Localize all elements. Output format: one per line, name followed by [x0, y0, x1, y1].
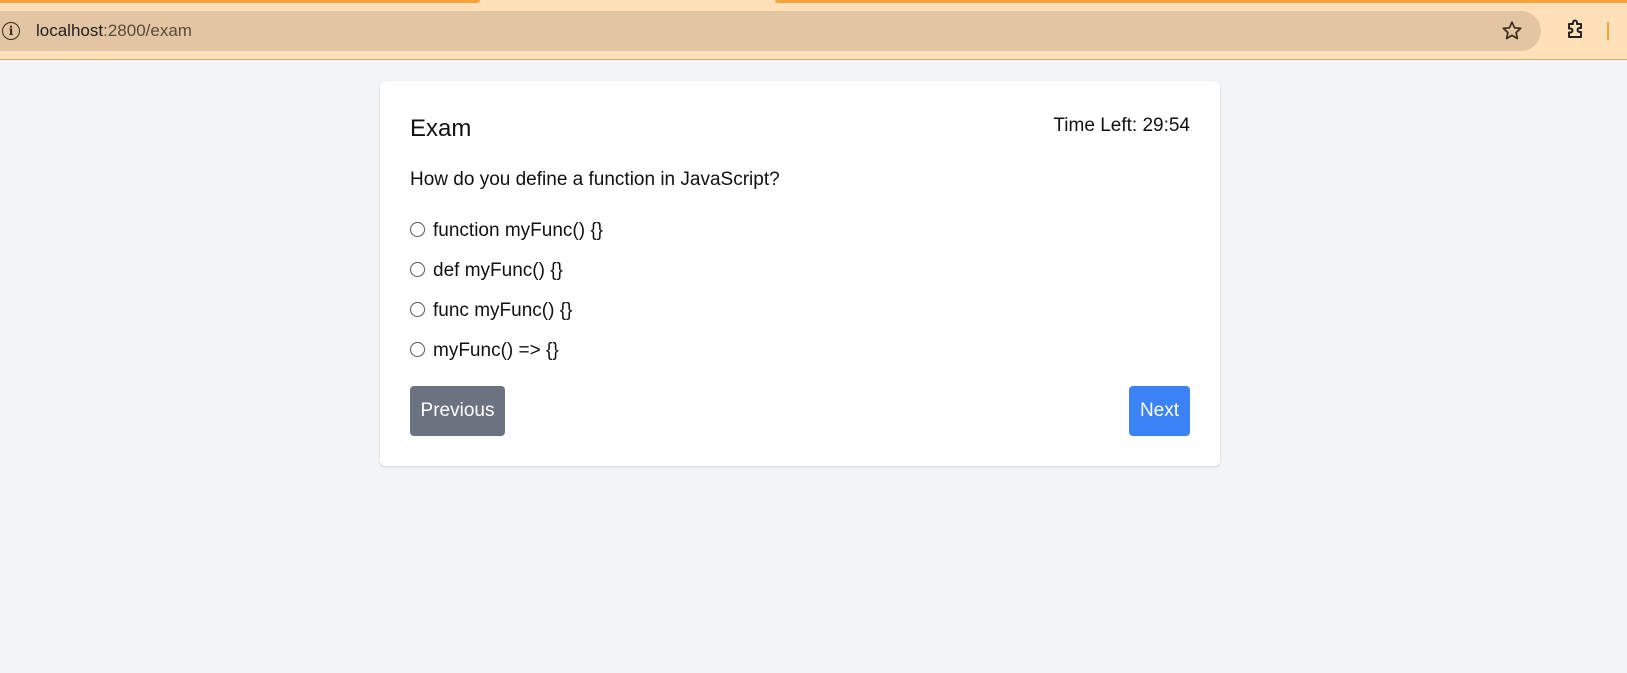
tab-edge [0, 0, 480, 3]
url-host: localhost [36, 21, 104, 40]
time-left: Time Left: 29:54 [1053, 115, 1190, 136]
info-icon[interactable]: i [2, 22, 20, 40]
option-label: myFunc() => {} [433, 340, 559, 361]
answer-options: function myFunc() {} def myFunc() {} fun… [410, 211, 603, 371]
exam-card: Exam Time Left: 29:54 How do you define … [380, 81, 1220, 466]
tab-edge [775, 0, 1627, 3]
toolbar-accent [1607, 22, 1609, 40]
option-4[interactable]: myFunc() => {} [410, 331, 603, 371]
star-icon[interactable] [1500, 19, 1524, 43]
option-label: def myFunc() {} [433, 260, 563, 281]
exam-title: Exam [410, 115, 472, 142]
option-label: function myFunc() {} [433, 220, 604, 241]
question-text: How do you define a function in JavaScri… [410, 169, 780, 190]
previous-button[interactable]: Previous [410, 386, 505, 436]
url-path: :2800/exam [103, 21, 192, 40]
next-button[interactable]: Next [1129, 386, 1190, 436]
url-text[interactable]: localhost:2800/exam [36, 21, 192, 41]
option-3[interactable]: func myFunc() {} [410, 291, 603, 331]
radio-button[interactable] [410, 221, 425, 237]
browser-toolbar: i localhost:2800/exam [0, 0, 1627, 60]
address-bar[interactable]: i localhost:2800/exam [0, 11, 1541, 51]
radio-button[interactable] [410, 301, 425, 317]
tab-strip [0, 0, 1627, 3]
option-1[interactable]: function myFunc() {} [410, 211, 603, 251]
option-2[interactable]: def myFunc() {} [410, 251, 603, 291]
radio-button[interactable] [410, 261, 425, 277]
option-label: func myFunc() {} [433, 300, 573, 321]
extensions-icon[interactable] [1564, 18, 1588, 42]
radio-button[interactable] [410, 341, 425, 357]
